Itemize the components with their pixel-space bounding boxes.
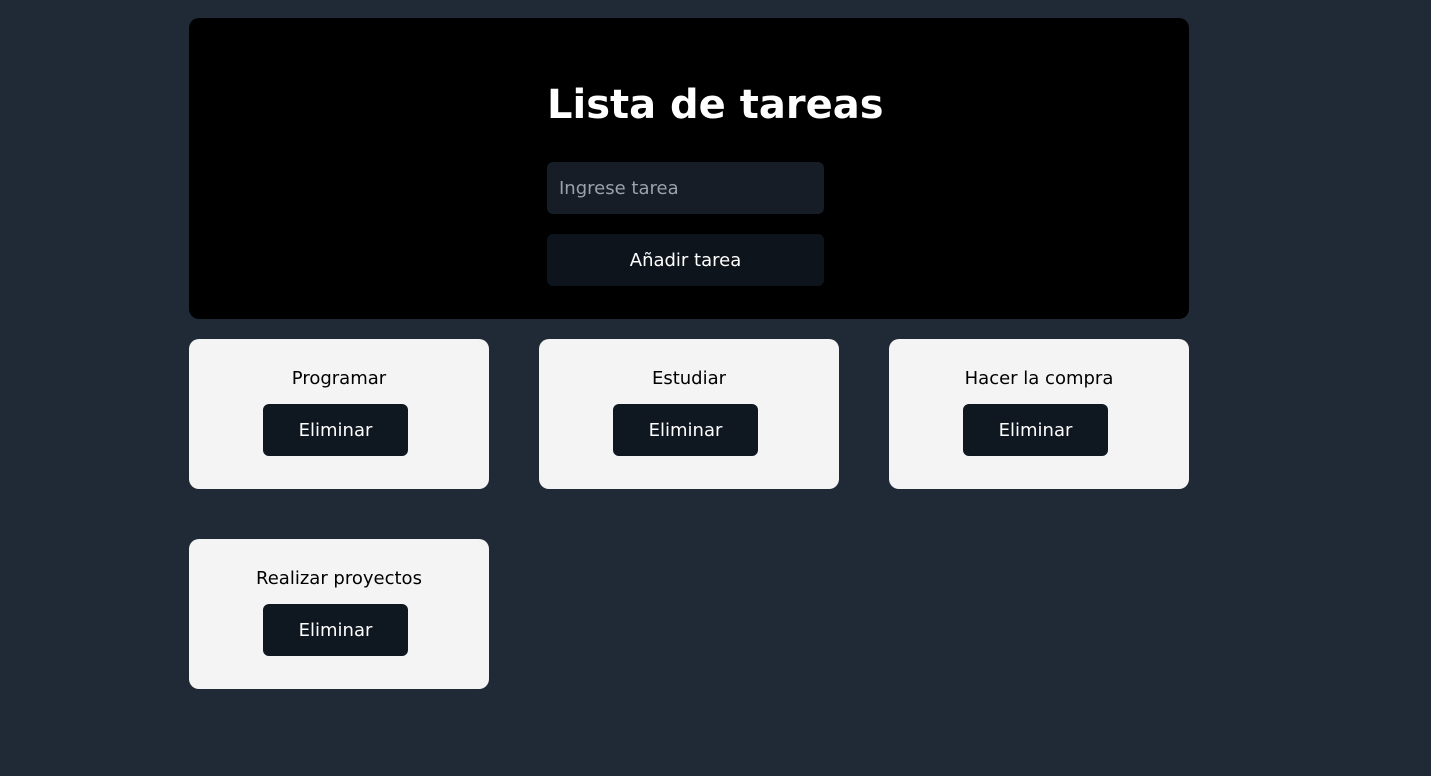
delete-task-button[interactable]: Eliminar — [263, 404, 408, 456]
task-card: Programar Eliminar — [189, 339, 489, 489]
delete-task-button[interactable]: Eliminar — [263, 604, 408, 656]
task-card: Hacer la compra Eliminar — [889, 339, 1189, 489]
task-name: Hacer la compra — [964, 368, 1114, 389]
task-card: Realizar proyectos Eliminar — [189, 539, 489, 689]
delete-task-button[interactable]: Eliminar — [613, 404, 758, 456]
header-panel: Lista de tareas Añadir tarea — [189, 18, 1189, 319]
task-input[interactable] — [547, 162, 824, 214]
task-card: Estudiar Eliminar — [539, 339, 839, 489]
add-task-button[interactable]: Añadir tarea — [547, 234, 824, 286]
delete-task-button[interactable]: Eliminar — [963, 404, 1108, 456]
task-name: Realizar proyectos — [256, 568, 422, 589]
task-name: Programar — [291, 368, 387, 389]
task-list: Programar Eliminar Estudiar Eliminar Hac… — [189, 339, 1189, 689]
task-name: Estudiar — [651, 368, 727, 389]
page-title: Lista de tareas — [547, 82, 884, 128]
